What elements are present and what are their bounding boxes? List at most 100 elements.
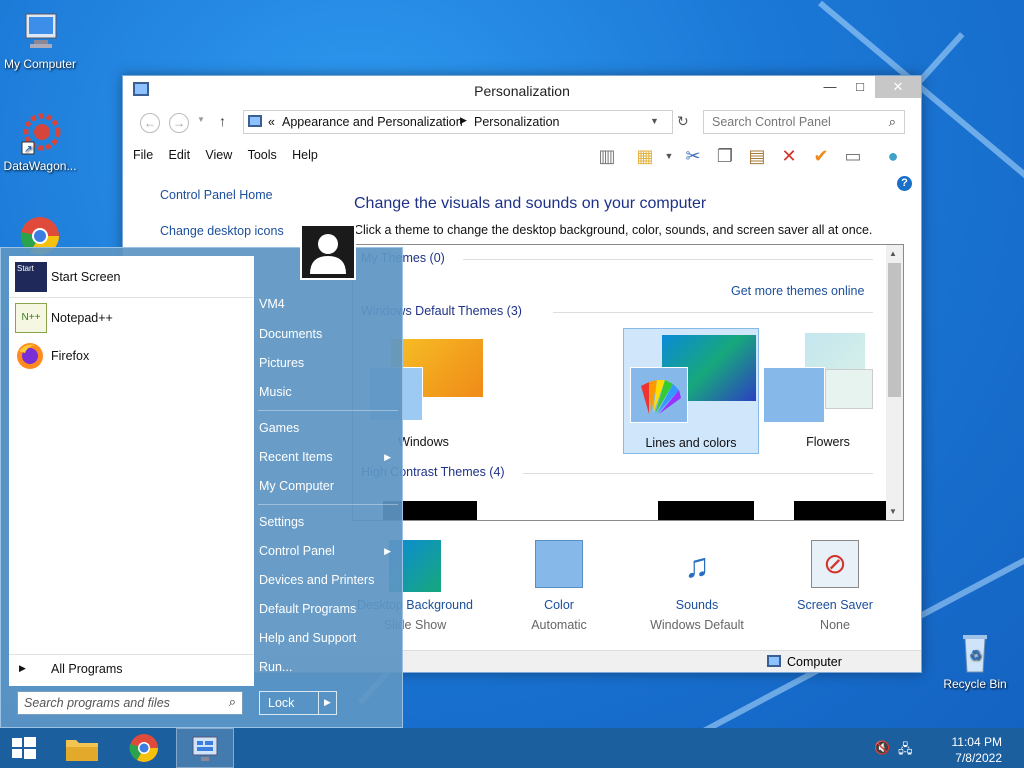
taskbar-file-explorer[interactable]	[58, 728, 106, 768]
scroll-down-arrow-icon[interactable]: ▼	[889, 507, 897, 516]
folder-icon	[66, 740, 98, 761]
properties-icon[interactable]: ▭	[841, 144, 865, 168]
bottom-item-label: Screen Saver	[797, 598, 873, 612]
help-icon[interactable]: ?	[897, 176, 912, 191]
start-item-default-programs[interactable]: Default Programs	[259, 602, 399, 616]
start-item-games[interactable]: Games	[259, 421, 399, 435]
color-link[interactable]: Color Automatic	[499, 540, 619, 632]
start-button[interactable]	[0, 728, 48, 768]
menu-tools[interactable]: Tools	[248, 148, 277, 162]
color-fan-icon	[763, 367, 825, 423]
bottom-item-value: Automatic	[531, 618, 587, 632]
start-item-help-and-support[interactable]: Help and Support	[259, 631, 399, 645]
themes-scrollbar[interactable]: ▲ ▼	[886, 245, 903, 520]
delete-icon[interactable]: ✕	[777, 144, 801, 168]
search-placeholder: Search Control Panel	[712, 115, 831, 129]
program-notepad-plus-plus[interactable]: N++ Notepad++	[15, 303, 247, 333]
screen-saver-link[interactable]: ⊘ Screen Saver None	[775, 540, 895, 632]
theme-flowers[interactable]: Flowers	[763, 329, 893, 453]
address-dropdown-icon[interactable]: ▼	[650, 116, 659, 126]
breadcrumb-separator: «	[268, 115, 275, 129]
copy-icon[interactable]: ❐	[713, 144, 737, 168]
search-icon[interactable]: ⌕	[229, 694, 236, 710]
program-firefox[interactable]: Firefox	[15, 341, 247, 371]
forward-button[interactable]: →	[169, 113, 189, 133]
start-item-pictures[interactable]: Pictures	[259, 356, 399, 370]
program-label: Notepad++	[51, 311, 113, 325]
breadcrumb-arrow-icon[interactable]: ▶	[460, 115, 467, 126]
recent-pages-chevron-icon[interactable]: ▼	[197, 115, 205, 124]
taskbar-control-panel[interactable]	[176, 728, 234, 768]
back-button[interactable]: ←	[140, 113, 160, 133]
control-panel-home-link[interactable]: Control Panel Home	[160, 188, 273, 202]
search-control-panel[interactable]: Search Control Panel ⌕	[703, 110, 905, 134]
start-search-input[interactable]: Search programs and files ⌕	[17, 691, 243, 715]
minimize-button[interactable]: —	[815, 76, 845, 98]
layout-pane-icon[interactable]: ▥	[595, 144, 619, 168]
themes-list[interactable]: My Themes (0) Get more themes online Win…	[352, 244, 904, 521]
close-button[interactable]: ✕	[875, 76, 921, 98]
program-label: Start Screen	[51, 270, 121, 284]
menu-file[interactable]: File	[133, 148, 153, 162]
system-clock[interactable]: 11:04 PM 7/8/2022	[952, 734, 1002, 766]
start-item-documents[interactable]: Documents	[259, 327, 399, 341]
music-keyboard-icon: ♫	[684, 547, 710, 585]
breadcrumb-personalization[interactable]: Personalization	[474, 115, 559, 129]
up-arrow-icon[interactable]: ↑	[219, 113, 226, 129]
maximize-button[interactable]: □	[845, 76, 875, 98]
start-item-label: Help and Support	[259, 631, 357, 645]
change-desktop-icons-link[interactable]: Change desktop icons	[160, 224, 284, 238]
title-bar[interactable]: Personalization — □ ✕	[123, 76, 921, 104]
notepad-plus-plus-icon: N++	[15, 303, 47, 333]
menu-view[interactable]: View	[205, 148, 232, 162]
start-item-settings[interactable]: Settings	[259, 515, 399, 529]
page-description: Click a theme to change the desktop back…	[354, 223, 873, 237]
scrollbar-thumb[interactable]	[888, 263, 901, 397]
menu-bar: File Edit View Tools Help ▥ ▦ ▼ ✂ ❐ ▤ ✕ …	[133, 146, 911, 170]
breadcrumb-appearance[interactable]: Appearance and Personalization	[282, 115, 463, 129]
desktop-icon-my-computer[interactable]: My Computer	[0, 10, 80, 71]
program-start-screen[interactable]: Start Start Screen	[15, 262, 247, 292]
all-programs-button[interactable]: ▶ All Programs	[17, 662, 242, 682]
start-item-label: Recent Items	[259, 450, 333, 464]
user-avatar[interactable]	[300, 224, 356, 280]
high-contrast-theme[interactable]	[794, 501, 890, 520]
menu-help[interactable]: Help	[292, 148, 318, 162]
separator	[258, 410, 398, 411]
taskbar-chrome[interactable]	[120, 728, 168, 768]
folder-options-chevron-icon[interactable]: ▼	[657, 144, 681, 168]
search-icon[interactable]: ⌕	[889, 114, 896, 130]
desktop-icon-label: Recycle Bin	[943, 677, 1007, 691]
start-item-vm4[interactable]: VM4	[259, 297, 399, 311]
desktop-icon-datawagon[interactable]: ↗ DataWagon...	[0, 112, 80, 173]
theme-lines-and-colors[interactable]: Lines and colors	[623, 328, 759, 454]
cut-icon[interactable]: ✂	[681, 144, 705, 168]
screen-saver-icon: ⊘	[811, 540, 859, 588]
lock-options-arrow-icon[interactable]: ▶	[324, 697, 331, 708]
desktop-icon-recycle-bin[interactable]: ♻ Recycle Bin	[935, 630, 1015, 691]
checkmark-icon[interactable]: ✔	[809, 144, 833, 168]
divider	[318, 692, 319, 714]
lock-button[interactable]: Lock ▶	[259, 691, 337, 715]
start-item-run[interactable]: Run...	[259, 660, 399, 674]
start-item-label: Pictures	[259, 356, 305, 370]
get-more-themes-link[interactable]: Get more themes online	[731, 284, 864, 298]
menu-edit[interactable]: Edit	[169, 148, 191, 162]
high-contrast-theme[interactable]	[658, 501, 754, 520]
start-item-my-computer[interactable]: My Computer	[259, 479, 399, 493]
start-item-devices-and-printers[interactable]: Devices and Printers	[259, 573, 399, 587]
shell-icon[interactable]: ●	[881, 144, 905, 168]
address-bar[interactable]: « Appearance and Personalization ▶ Perso…	[243, 110, 673, 134]
volume-muted-icon[interactable]: 🔇	[874, 740, 890, 756]
folder-options-icon[interactable]: ▦	[633, 144, 657, 168]
scroll-up-arrow-icon[interactable]: ▲	[889, 249, 897, 258]
refresh-icon[interactable]: ↻	[677, 113, 689, 130]
paste-icon[interactable]: ▤	[745, 144, 769, 168]
start-item-recent-items[interactable]: Recent Items ▶	[259, 450, 399, 464]
sounds-link[interactable]: ♫ Sounds Windows Default	[637, 540, 757, 632]
page-heading: Change the visuals and sounds on your co…	[354, 195, 707, 212]
start-item-music[interactable]: Music	[259, 385, 399, 399]
computer-icon	[18, 10, 62, 54]
network-icon[interactable]: 🖧	[898, 740, 913, 762]
start-item-control-panel[interactable]: Control Panel ▶	[259, 544, 399, 558]
